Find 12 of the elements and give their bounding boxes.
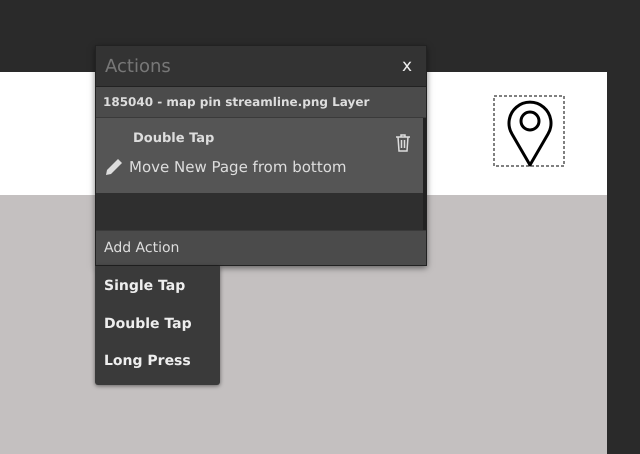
menu-item[interactable]: Long Press (95, 343, 220, 380)
menu-item[interactable]: Single Tap (95, 268, 220, 306)
action-description: Move New Page from bottom (129, 158, 346, 176)
menu-item[interactable]: Double Tap (95, 306, 220, 343)
action-trigger: Double Tap (133, 131, 214, 146)
trash-icon[interactable] (395, 133, 411, 152)
layer-name: 185040 - map pin streamline.png Layer (96, 87, 426, 118)
close-button[interactable]: x (400, 56, 414, 76)
pencil-icon[interactable] (105, 158, 123, 176)
add-action-button[interactable]: Add Action (96, 230, 426, 265)
panel-title: Actions (105, 56, 171, 76)
action-item[interactable]: Double Tap Move New Page from bottom (96, 118, 423, 193)
